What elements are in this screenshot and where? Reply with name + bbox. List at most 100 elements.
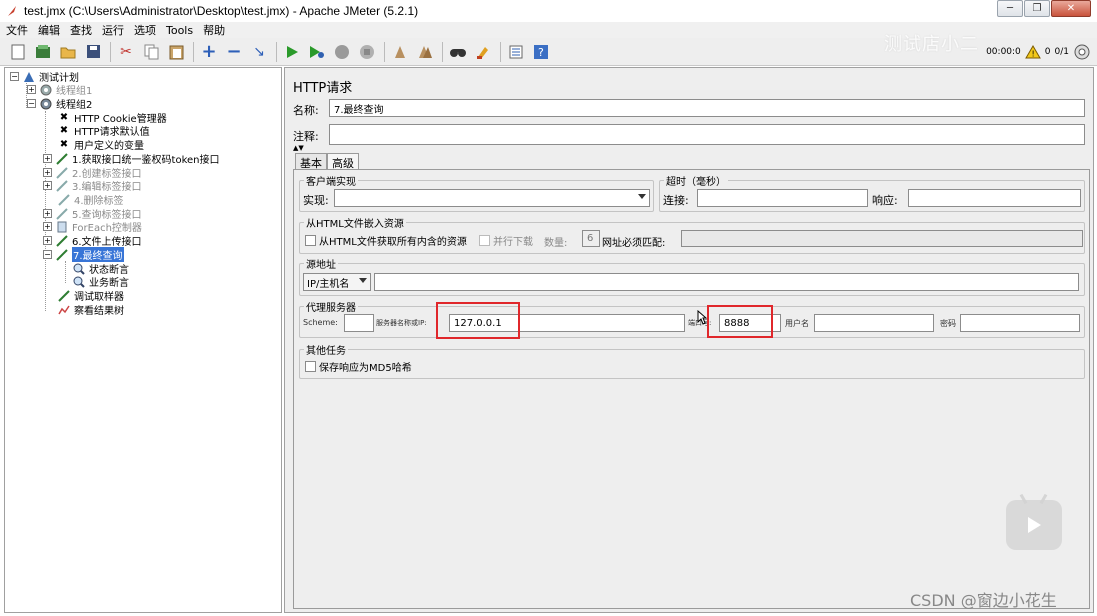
expand-toggle[interactable]: + (43, 154, 52, 163)
retrieve-all-checkbox[interactable]: 从HTML文件获取所有内含的资源 (305, 233, 467, 248)
tab-advanced[interactable]: 高级 (327, 153, 359, 170)
active-threads: 0/1 (1054, 47, 1069, 57)
elapsed-timer: 00:00:0 (986, 47, 1021, 57)
checkbox-box[interactable] (305, 361, 316, 372)
reset-search-icon[interactable] (473, 42, 493, 62)
source-address-title: 源地址 (304, 256, 338, 271)
mouse-cursor-icon (697, 310, 707, 325)
tree-node-label: 线程组1 (56, 86, 93, 97)
retrieve-all-label: 从HTML文件获取所有内含的资源 (319, 237, 467, 248)
timeout-group: 超时（毫秒） 连接: 响应: (659, 173, 1085, 212)
tree-node-sampler-6[interactable]: + 6.文件上传接口 (43, 234, 142, 248)
menu-file[interactable]: 文件 (6, 22, 28, 38)
tree-node-thread-group-1[interactable]: + 线程组1 (27, 83, 93, 97)
md5-checkbox[interactable]: 保存响应为MD5哈希 (305, 359, 412, 374)
splitter-arrows-icon[interactable]: ▲▼ (293, 144, 304, 152)
expand-toggle[interactable]: + (43, 168, 52, 177)
paste-icon[interactable] (166, 42, 186, 62)
source-type-select[interactable]: IP/主机名 (303, 273, 371, 291)
foreach-controller-icon (55, 221, 69, 233)
start-icon[interactable] (282, 42, 302, 62)
video-player-overlay-icon[interactable] (1006, 493, 1062, 550)
tree-node-thread-group-2[interactable]: − 线程组2 (27, 97, 92, 111)
close-button[interactable]: ✕ (1051, 0, 1091, 17)
restore-button[interactable]: ❐ (1024, 0, 1050, 17)
url-match-field[interactable] (681, 230, 1083, 247)
tree-node-http-defaults[interactable]: ✖ HTTP请求默认值 (57, 124, 150, 138)
expand-toggle[interactable]: + (43, 222, 52, 231)
menu-tools[interactable]: Tools (166, 24, 193, 37)
shutdown-icon[interactable] (357, 42, 377, 62)
help-icon[interactable]: ? (531, 42, 551, 62)
menu-help[interactable]: 帮助 (203, 22, 225, 38)
name-field[interactable]: 7.最终查询 (329, 99, 1085, 117)
watermark-text: 测试店小二 (884, 34, 979, 55)
templates-icon[interactable] (33, 42, 53, 62)
collapse-icon[interactable]: − (224, 41, 244, 62)
parallel-download-checkbox[interactable]: 并行下载 (479, 233, 533, 248)
tab-basic[interactable]: 基本 (295, 153, 327, 170)
warning-count: 0 (1044, 47, 1051, 57)
proxy-password-field[interactable] (960, 314, 1080, 332)
start-no-pauses-icon[interactable] (307, 42, 327, 62)
source-address-field[interactable] (374, 273, 1079, 291)
count-field[interactable]: 6 (582, 230, 600, 247)
comment-label: 注释: (293, 130, 319, 143)
function-helper-icon[interactable] (506, 42, 526, 62)
menu-search[interactable]: 查找 (70, 22, 92, 38)
checkbox-box[interactable] (479, 235, 490, 246)
expand-toggle[interactable]: + (43, 236, 52, 245)
tree-node-sampler-7[interactable]: − 7.最终查询 (43, 247, 124, 262)
test-plan-tree[interactable]: − 测试计划 + 线程组1 − 线程组2 ✖ HTTP Cookie管理器 ✖ … (4, 67, 282, 613)
comment-field[interactable] (329, 124, 1085, 145)
search-icon[interactable] (448, 42, 468, 62)
copy-icon[interactable] (141, 42, 161, 62)
proxy-host-label: 服务器名称或IP: (376, 319, 427, 327)
tree-node-debug-sampler[interactable]: 调试取样器 (57, 289, 124, 303)
new-icon[interactable] (8, 42, 28, 62)
tree-node-results-tree[interactable]: 察看结果树 (57, 303, 124, 317)
client-impl-title: 客户端实现 (304, 173, 358, 188)
save-icon[interactable] (83, 42, 103, 62)
svg-text:!: ! (1031, 50, 1034, 59)
tree-node-foreach[interactable]: + ForEach控制器 (43, 220, 142, 234)
impl-select[interactable] (334, 189, 650, 207)
expand-icon[interactable]: + (199, 41, 219, 62)
proxy-user-field[interactable] (814, 314, 934, 332)
clear-icon[interactable] (390, 42, 410, 62)
count-label: 数量: (544, 238, 568, 249)
scheme-field[interactable] (344, 314, 374, 332)
open-icon[interactable] (58, 42, 78, 62)
menu-edit[interactable]: 编辑 (38, 22, 60, 38)
tree-node-sampler-3[interactable]: + 3.编辑标签接口 (43, 179, 142, 193)
collapse-toggle[interactable]: − (43, 250, 52, 259)
expand-toggle[interactable]: + (43, 209, 52, 218)
cut-icon[interactable]: ✂ (116, 42, 136, 62)
checkbox-box[interactable] (305, 235, 316, 246)
warning-icon[interactable]: ! (1024, 45, 1041, 59)
menu-options[interactable]: 选项 (134, 22, 156, 38)
tree-node-sampler-1[interactable]: + 1.获取接口统一鉴权码token接口 (43, 152, 220, 166)
toolbar-separator (193, 41, 194, 62)
sampler-pipette-icon (55, 179, 69, 192)
tree-node-label: 4.删除标签 (74, 196, 124, 207)
tree-node-user-variables[interactable]: ✖ 用户定义的变量 (57, 138, 144, 152)
collapse-toggle[interactable]: − (27, 99, 36, 108)
collapse-toggle[interactable]: − (10, 72, 19, 81)
embedded-resources-group: 从HTML文件嵌入资源 从HTML文件获取所有内含的资源 并行下载 数量: 6 … (299, 215, 1085, 254)
minimize-button[interactable]: ─ (997, 0, 1023, 17)
response-timeout-field[interactable] (908, 189, 1081, 207)
menu-run[interactable]: 运行 (102, 22, 124, 38)
toggle-icon[interactable]: ↘ (249, 42, 269, 62)
tree-node-label: 业务断言 (89, 278, 129, 289)
sampler-pipette-icon (55, 234, 69, 247)
connect-timeout-field[interactable] (697, 189, 868, 207)
tree-node-business-assertion[interactable]: 业务断言 (72, 275, 129, 289)
test-plan-icon (22, 71, 36, 83)
tree-node-sampler-4[interactable]: 4.删除标签 (57, 193, 124, 207)
remote-gear-icon[interactable] (1073, 43, 1091, 61)
stop-icon[interactable] (332, 42, 352, 62)
expand-toggle[interactable]: + (43, 181, 52, 190)
expand-toggle[interactable]: + (27, 85, 36, 94)
clear-all-icon[interactable] (415, 42, 435, 62)
